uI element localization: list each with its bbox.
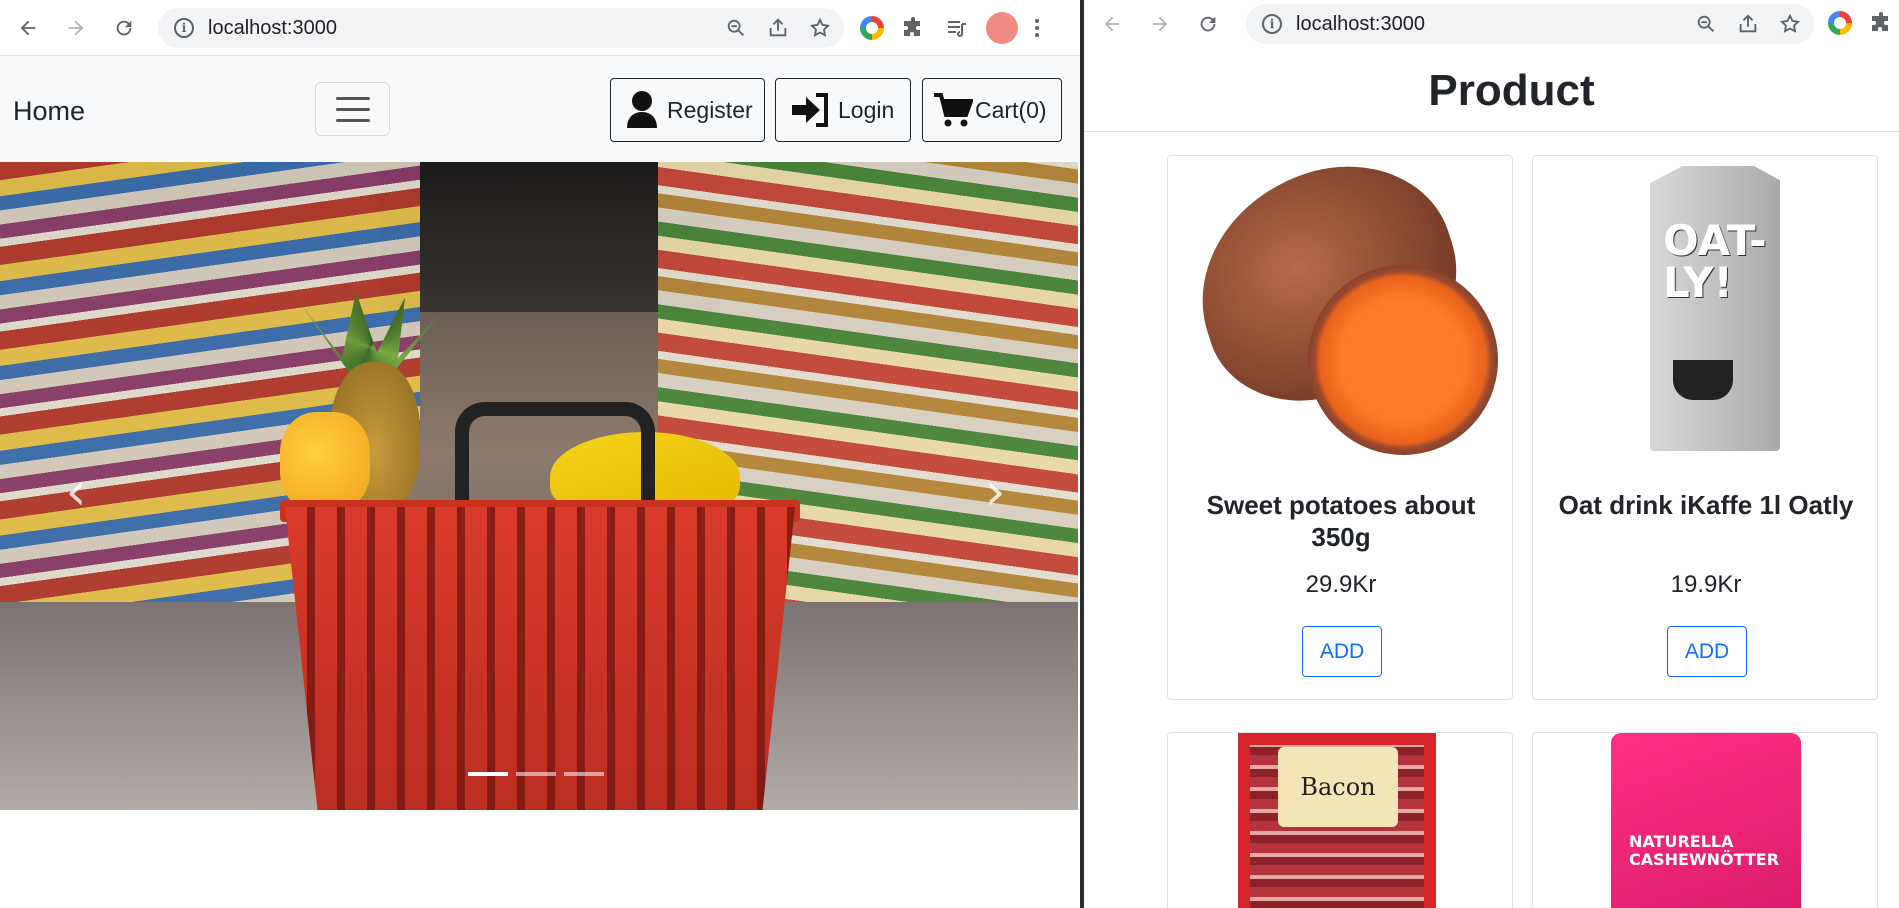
left-browser-window: i localhost:3000 Home Register Login Car…: [0, 0, 1080, 908]
forward-icon[interactable]: [1144, 8, 1176, 40]
zoom-icon[interactable]: [722, 14, 750, 42]
cart-button[interactable]: Cart(0): [922, 78, 1062, 142]
menu-kebab-icon[interactable]: [1032, 13, 1042, 43]
right-browser-window: i localhost:3000 Product Sweet potatoes …: [1084, 0, 1899, 908]
navbar-toggler-button[interactable]: [315, 82, 390, 136]
product-price: 19.9Kr: [1670, 571, 1742, 598]
cashew-package-image: [1611, 733, 1801, 908]
login-label: Login: [838, 96, 895, 123]
product-name: Oat drink iKaffe 1l Oatly: [1558, 490, 1854, 520]
share-icon[interactable]: [764, 14, 792, 42]
product-name: Sweet potatoes about 350g: [1206, 490, 1476, 552]
register-button[interactable]: Register: [610, 78, 765, 142]
address-bar[interactable]: i localhost:3000: [1246, 4, 1814, 44]
bacon-package-label: Bacon: [1278, 747, 1398, 827]
product-card: NATURELLA CASHEWNÖTTER: [1532, 732, 1878, 908]
sweet-potato-cut: [1308, 265, 1498, 455]
product-card: Sweet potatoes about 350g 29.9Kr ADD: [1167, 137, 1513, 700]
info-icon[interactable]: i: [1262, 14, 1282, 34]
product-image: [1170, 137, 1502, 460]
hero-carousel: ‹ ›: [0, 162, 1078, 810]
orange-juice: [280, 412, 370, 512]
chrome-extension-icon[interactable]: [1828, 11, 1852, 35]
back-icon[interactable]: [12, 12, 44, 44]
media-queue-icon[interactable]: [942, 13, 972, 43]
product-card: Bacon: [1167, 732, 1513, 908]
carousel-indicator-2[interactable]: [516, 772, 556, 776]
profile-avatar[interactable]: [986, 12, 1018, 44]
user-icon: [625, 90, 659, 130]
add-to-cart-button[interactable]: ADD: [1667, 626, 1747, 677]
puzzle-extensions-icon[interactable]: [1866, 8, 1896, 38]
product-image: OAT-LY!: [1545, 160, 1867, 460]
shopping-cart-icon: [933, 92, 973, 128]
cashew-package-label: NATURELLA CASHEWNÖTTER: [1629, 832, 1780, 869]
browser-toolbar: i localhost:3000: [0, 0, 1080, 56]
carton-brand-text: OAT-LY!: [1663, 216, 1767, 307]
url-text: localhost:3000: [208, 16, 337, 39]
bookmark-star-icon[interactable]: [1776, 10, 1804, 38]
url-text: localhost:3000: [1296, 12, 1425, 35]
product-price: 29.9Kr: [1305, 571, 1377, 598]
login-button[interactable]: Login: [775, 78, 911, 142]
sign-in-icon: [790, 93, 830, 127]
zoom-icon[interactable]: [1692, 10, 1720, 38]
product-card: OAT-LY! Oat drink iKaffe 1l Oatly 19.9Kr…: [1532, 155, 1878, 700]
add-to-cart-button[interactable]: ADD: [1302, 626, 1382, 677]
coffee-cup-graphic: [1673, 360, 1733, 400]
info-icon[interactable]: i: [174, 18, 194, 38]
hamburger-icon-line: [335, 96, 370, 100]
hamburger-icon-line: [335, 118, 370, 122]
puzzle-extensions-icon[interactable]: [898, 13, 928, 43]
carousel-indicator-3[interactable]: [564, 772, 604, 776]
cart-label: Cart(0): [975, 96, 1047, 123]
oat-drink-carton: [1650, 166, 1780, 451]
address-bar[interactable]: i localhost:3000: [158, 8, 844, 48]
app-navbar: Home Register Login Cart(0): [0, 56, 1080, 162]
chrome-extension-icon[interactable]: [860, 16, 884, 40]
hamburger-icon-line: [335, 107, 370, 111]
back-icon[interactable]: [1096, 8, 1128, 40]
browser-toolbar: i localhost:3000: [1084, 0, 1899, 50]
chevron-left-icon[interactable]: ‹: [56, 462, 96, 522]
forward-icon[interactable]: [60, 12, 92, 44]
carousel-indicator-1[interactable]: [468, 772, 508, 776]
home-link[interactable]: Home: [13, 96, 85, 127]
page-title: Product: [1084, 50, 1899, 132]
share-icon[interactable]: [1734, 10, 1762, 38]
shopping-basket-image: [285, 507, 795, 810]
chevron-right-icon[interactable]: ›: [975, 462, 1015, 522]
screen: i localhost:3000 Home Register Login Car…: [0, 0, 1899, 908]
carousel-indicators: [468, 772, 604, 776]
reload-icon[interactable]: [108, 12, 140, 44]
reload-icon[interactable]: [1192, 8, 1224, 40]
register-label: Register: [667, 96, 753, 123]
bookmark-star-icon[interactable]: [806, 14, 834, 42]
